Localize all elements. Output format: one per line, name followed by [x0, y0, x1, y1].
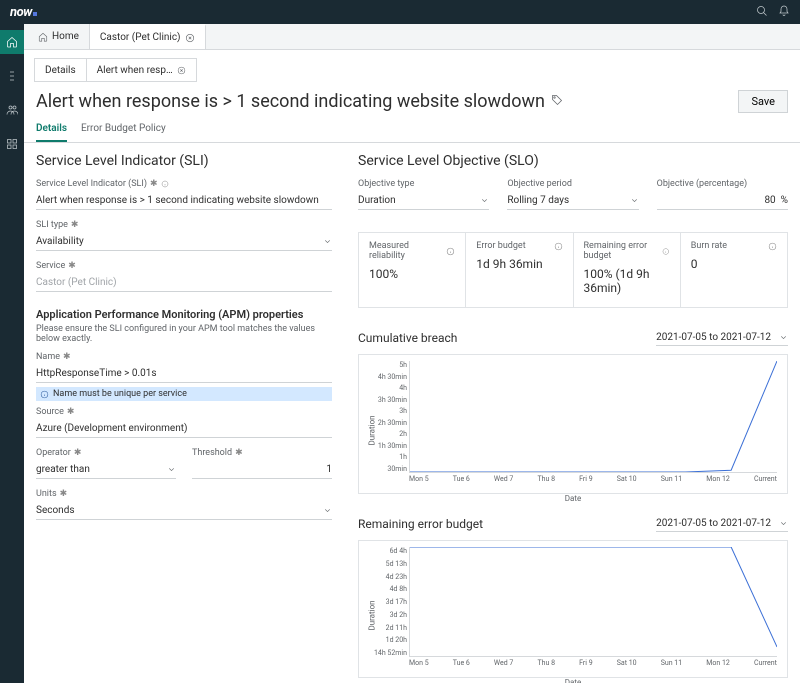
apm-threshold-label: Threshold	[192, 448, 232, 458]
record-tabs: Details Alert when resp…	[34, 58, 197, 82]
search-icon[interactable]	[756, 5, 768, 20]
metric-burn-value: 0	[691, 257, 777, 271]
metric-errorbudget-value: 1d 9h 36min	[476, 257, 562, 271]
tab-castor-label: Castor (Pet Clinic)	[100, 32, 181, 43]
tab-castor[interactable]: Castor (Pet Clinic)	[90, 24, 206, 49]
rail-item-3[interactable]	[0, 98, 24, 122]
chart1-xlabel: Date	[565, 494, 581, 503]
rail-home[interactable]	[0, 30, 24, 54]
caret-down-icon	[480, 196, 489, 205]
chart1-range-select[interactable]: 2021-07-05 to 2021-07-12	[656, 330, 788, 346]
chart2-range-value: 2021-07-05 to 2021-07-12	[656, 518, 771, 529]
metric-remaining-value: 100% (1d 9h 36min)	[584, 267, 670, 295]
apm-name-callout: Name must be unique per service	[36, 387, 332, 401]
slo-objperiod-value: Rolling 7 days	[507, 195, 569, 206]
close-icon[interactable]	[177, 66, 186, 75]
chart1-title: Cumulative breach	[358, 331, 457, 345]
sli-service-label: Service	[36, 261, 65, 271]
tab-home-label: Home	[52, 31, 79, 42]
sli-section-title: Service Level Indicator (SLI)	[36, 153, 332, 169]
chart2-title: Remaining error budget	[358, 517, 483, 531]
slo-objtype-value: Duration	[358, 195, 396, 206]
detail-tabs: Details Error Budget Policy	[24, 117, 800, 143]
rail-item-4[interactable]	[0, 132, 24, 156]
sectab-alert-label: Alert when resp…	[97, 65, 173, 76]
chart1-range-value: 2021-07-05 to 2021-07-12	[656, 332, 771, 343]
sli-type-value: Availability	[36, 236, 84, 247]
apm-units-value: Seconds	[36, 505, 75, 516]
chart2: Duration 6d 4h5d 13h4d 23h4d 8h3d 17h3d …	[358, 540, 788, 678]
sectab-alert[interactable]: Alert when resp…	[87, 59, 196, 81]
slo-metric-row: Measured reliability 100% Error budget 1…	[358, 232, 788, 308]
slo-objtype-label: Objective type	[358, 179, 414, 189]
sli-service-value: Castor (Pet Clinic)	[36, 274, 332, 292]
rail-item-2[interactable]	[0, 64, 24, 88]
caret-down-icon	[323, 237, 332, 246]
caret-down-icon	[167, 465, 176, 474]
caret-down-icon	[779, 519, 788, 528]
apm-section-title: Application Performance Monitoring (APM)…	[36, 308, 332, 321]
slo-objpct-value: 80	[764, 195, 775, 206]
metric-errorbudget-label: Error budget	[476, 241, 525, 251]
apm-operator-value: greater than	[36, 464, 90, 475]
slo-objperiod-select[interactable]: Rolling 7 days	[507, 192, 638, 210]
metric-burn-label: Burn rate	[691, 241, 727, 251]
save-button[interactable]: Save	[738, 90, 788, 113]
slo-objtype-select[interactable]: Duration	[358, 192, 489, 210]
logo: now	[10, 5, 37, 20]
slo-section-title: Service Level Objective (SLO)	[358, 153, 788, 169]
topbar: now	[0, 0, 800, 24]
info-icon[interactable]	[554, 242, 563, 251]
slo-objpct-unit: %	[781, 195, 788, 206]
caret-down-icon	[630, 196, 639, 205]
apm-operator-label: Operator	[36, 448, 71, 458]
apm-name-input[interactable]: HttpResponseTime > 0.01s	[36, 365, 332, 383]
innertab-error-budget-policy[interactable]: Error Budget Policy	[81, 117, 166, 142]
workspace-tabs: Home Castor (Pet Clinic)	[24, 24, 800, 50]
sli-indicator-input[interactable]: Alert when response is > 1 second indica…	[36, 192, 332, 210]
slo-objpct-label: Objective (percentage)	[657, 179, 747, 189]
chart2-xlabel: Date	[565, 678, 581, 683]
metric-reliability-label: Measured reliability	[369, 241, 446, 261]
bell-icon[interactable]	[778, 5, 790, 20]
apm-units-select[interactable]: Seconds	[36, 502, 332, 520]
apm-name-label: Name	[36, 352, 60, 362]
info-icon[interactable]	[768, 242, 777, 251]
info-icon[interactable]	[662, 247, 670, 256]
left-nav-rail	[0, 24, 24, 683]
sli-type-select[interactable]: Availability	[36, 233, 332, 251]
apm-section-desc: Please ensure the SLI configured in your…	[36, 324, 332, 344]
apm-source-input[interactable]: Azure (Development environment)	[36, 420, 332, 438]
metric-remaining-label: Remaining error budget	[584, 241, 663, 261]
page-title: Alert when response is > 1 second indica…	[36, 91, 545, 112]
caret-down-icon	[779, 333, 788, 342]
chart1: Duration 5h4h 30min4h3h 30min3h2h 30min2…	[358, 354, 788, 494]
caret-down-icon	[323, 506, 332, 515]
info-icon[interactable]	[446, 247, 455, 256]
tag-icon[interactable]	[551, 94, 563, 109]
sli-type-label: SLI type	[36, 220, 68, 230]
slo-objpct-input[interactable]: 80 %	[657, 192, 788, 210]
sectab-details[interactable]: Details	[35, 59, 87, 81]
innertab-details[interactable]: Details	[36, 117, 67, 142]
apm-name-callout-text: Name must be unique per service	[53, 389, 187, 399]
chart2-range-select[interactable]: 2021-07-05 to 2021-07-12	[656, 516, 788, 532]
slo-objperiod-label: Objective period	[507, 179, 572, 189]
info-icon[interactable]	[161, 180, 169, 188]
tab-home[interactable]: Home	[28, 24, 90, 49]
apm-operator-select[interactable]: greater than	[36, 461, 176, 479]
metric-reliability-value: 100%	[369, 267, 455, 281]
close-icon[interactable]	[185, 33, 195, 43]
apm-units-label: Units	[36, 489, 57, 499]
sectab-details-label: Details	[45, 65, 76, 76]
info-icon	[40, 390, 49, 399]
apm-source-label: Source	[36, 407, 64, 417]
sli-indicator-label: Service Level Indicator (SLI)	[36, 179, 147, 189]
apm-threshold-input[interactable]: 1	[192, 461, 332, 479]
